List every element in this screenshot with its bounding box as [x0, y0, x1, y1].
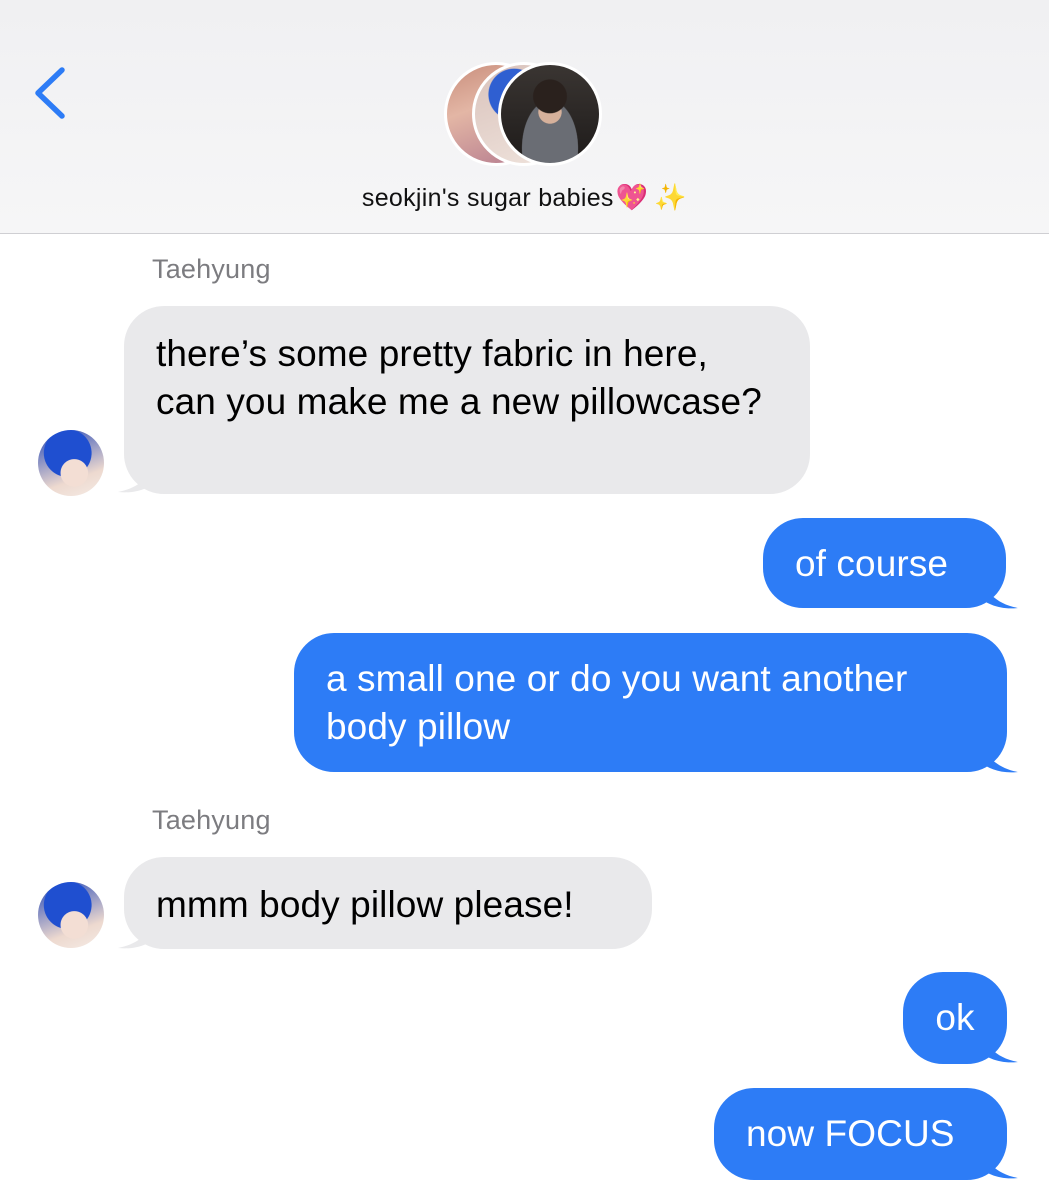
chevron-left-icon: [35, 67, 65, 119]
back-button[interactable]: [28, 62, 74, 124]
sparkles-icon: ✨: [654, 183, 688, 213]
message-text: there’s some pretty fabric in here, can …: [156, 333, 762, 422]
outgoing-message-bubble[interactable]: a small one or do you want another body …: [294, 633, 1007, 772]
message-text: of course: [795, 543, 949, 584]
group-name-text: seokjin's sugar babies: [361, 184, 614, 212]
outgoing-message-bubble[interactable]: now FOCUS: [714, 1088, 1007, 1180]
outgoing-message-bubble[interactable]: ok: [903, 972, 1007, 1064]
message-text: a small one or do you want another body …: [326, 658, 908, 747]
sender-name: Taehyung: [152, 254, 271, 284]
message-text: mmm body pillow please!: [156, 884, 574, 925]
sender-avatar[interactable]: [38, 430, 104, 496]
group-avatar-stack[interactable]: [444, 62, 604, 166]
group-member-avatar: [498, 62, 602, 166]
group-title[interactable]: seokjin's sugar babies💖 ✨: [0, 183, 1049, 213]
conversation-header: seokjin's sugar babies💖 ✨: [0, 0, 1049, 234]
outgoing-message-bubble[interactable]: of course: [763, 518, 1006, 608]
incoming-message-bubble[interactable]: there’s some pretty fabric in here, can …: [124, 306, 810, 494]
sparkling-heart-icon: 💖: [615, 183, 649, 213]
sender-name: Taehyung: [152, 805, 271, 835]
message-text: now FOCUS: [746, 1113, 955, 1154]
sender-avatar[interactable]: [38, 882, 104, 948]
message-text: ok: [935, 997, 975, 1038]
incoming-message-bubble[interactable]: mmm body pillow please!: [124, 857, 652, 949]
